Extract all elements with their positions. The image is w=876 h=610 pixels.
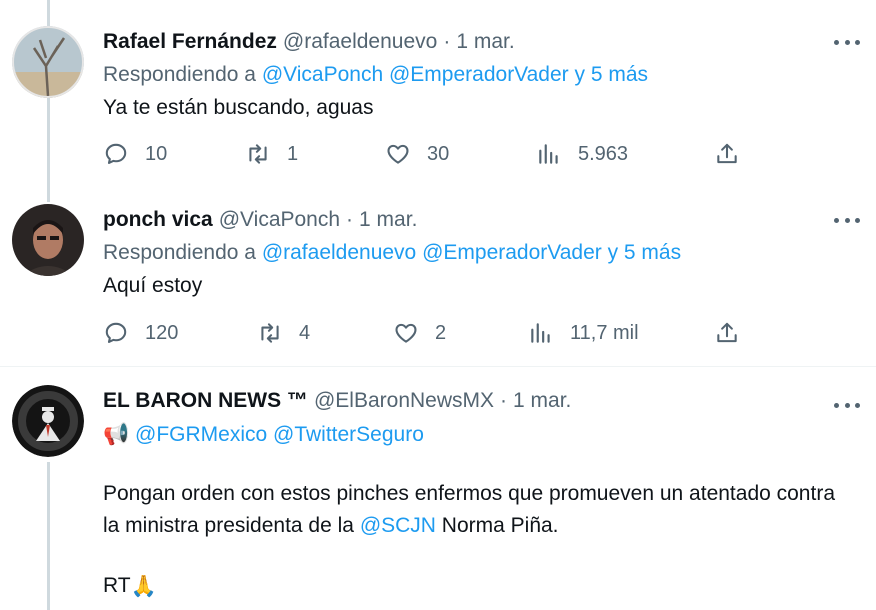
view-count: 11,7 mil	[570, 321, 639, 344]
reply-count: 120	[145, 321, 179, 344]
replying-handles[interactable]: @rafaeldenuevo @EmperadorVader y 5 más	[262, 241, 681, 264]
megaphone-icon: 📢	[103, 422, 130, 446]
retweet-icon	[261, 323, 279, 343]
tweet[interactable]: Rafael Fernández @rafaeldenuevo · 1 mar.…	[0, 0, 876, 190]
mention-handles[interactable]: @FGRMexico @TwitterSeguro	[135, 423, 424, 446]
share-icon	[717, 322, 737, 343]
separator-dot: ·	[346, 208, 354, 231]
action-bar: 10 1 30 5.963	[103, 141, 743, 171]
replying-handles[interactable]: @VicaPonch @EmperadorVader y 5 más	[262, 63, 648, 86]
retweet-button[interactable]: 4	[257, 320, 310, 346]
analytics-icon	[539, 144, 558, 164]
retweet-count: 4	[299, 321, 311, 344]
tweet[interactable]: ponch vica @VicaPonch · 1 mar. Respondie…	[0, 190, 876, 366]
views-button[interactable]: 11,7 mil	[528, 320, 639, 346]
share-button[interactable]	[714, 320, 740, 346]
author-handle[interactable]: @VicaPonch	[219, 206, 340, 234]
views-button[interactable]: 5.963	[536, 141, 628, 167]
retweet-count: 1	[287, 142, 299, 165]
rt-text: RT	[103, 574, 131, 597]
author-name[interactable]: EL BARON NEWS ™	[103, 387, 308, 415]
tweet-text-part: Norma Piña.	[435, 514, 559, 537]
replying-to: Respondiendo a @VicaPonch @EmperadorVade…	[103, 61, 856, 89]
reply-icon	[105, 143, 127, 165]
tweet-text: Pongan orden con estos pinches enfermos …	[103, 478, 856, 542]
timestamp[interactable]: 1 mar.	[456, 28, 514, 56]
reply-icon	[105, 322, 127, 344]
author-handle[interactable]: @ElBaronNewsMX	[314, 387, 494, 415]
like-count: 30	[427, 142, 450, 165]
replying-to: Respondiendo a @rafaeldenuevo @Emperador…	[103, 239, 856, 267]
timestamp[interactable]: 1 mar.	[359, 206, 417, 234]
like-count: 2	[435, 321, 447, 344]
rt-line: RT 🙏	[103, 570, 856, 602]
tweet-text: Aquí estoy	[103, 274, 203, 297]
avatar[interactable]	[12, 385, 84, 457]
mention-link[interactable]: @SCJN	[360, 514, 436, 537]
avatar[interactable]	[12, 26, 84, 98]
timestamp[interactable]: 1 mar.	[513, 387, 571, 415]
pray-icon: 🙏	[130, 574, 157, 598]
tweet-text: Ya te están buscando, aguas	[103, 96, 374, 119]
mention-line: 📢 @FGRMexico @TwitterSeguro	[103, 420, 856, 449]
author-name[interactable]: ponch vica	[103, 206, 213, 234]
reply-button[interactable]: 10	[103, 141, 167, 167]
author-name[interactable]: Rafael Fernández	[103, 28, 277, 56]
like-button[interactable]: 2	[393, 320, 446, 346]
share-button[interactable]	[714, 141, 740, 167]
replying-prefix: Respondiendo a	[103, 241, 256, 264]
replying-prefix: Respondiendo a	[103, 63, 256, 86]
reply-count: 10	[145, 142, 168, 165]
author-handle[interactable]: @rafaeldenuevo	[283, 28, 437, 56]
heart-icon	[395, 323, 417, 343]
heart-icon	[387, 144, 409, 164]
separator-dot: ·	[500, 389, 508, 412]
tweet[interactable]: EL BARON NEWS ™ @ElBaronNewsMX · 1 mar. …	[0, 367, 876, 610]
share-icon	[717, 143, 737, 164]
like-button[interactable]: 30	[385, 141, 449, 167]
analytics-icon	[531, 323, 550, 343]
retweet-button[interactable]: 1	[245, 141, 298, 167]
retweet-icon	[249, 144, 267, 164]
separator-dot: ·	[443, 30, 451, 53]
view-count: 5.963	[578, 142, 629, 165]
reply-button[interactable]: 120	[103, 320, 178, 346]
avatar[interactable]	[12, 204, 84, 276]
action-bar: 120 4 2 11,7 mil	[103, 320, 743, 350]
